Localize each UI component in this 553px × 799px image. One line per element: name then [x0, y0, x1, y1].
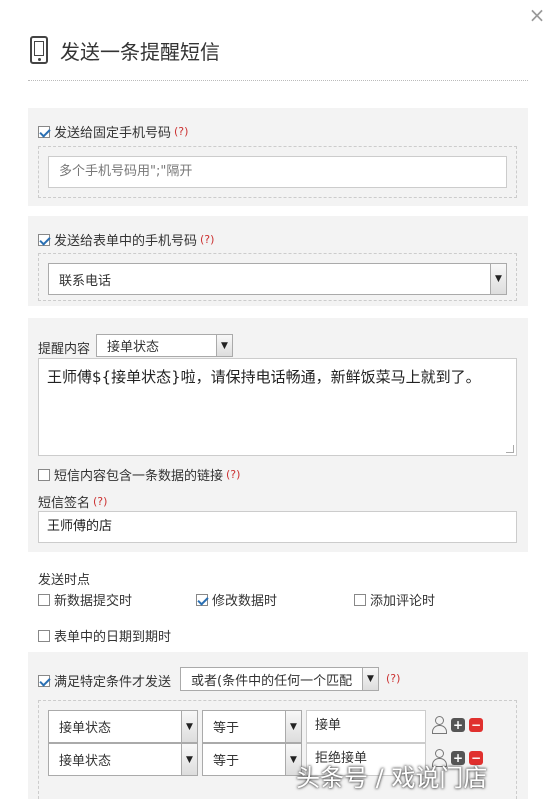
user-icon[interactable] — [431, 716, 447, 734]
chevron-down-icon: ▼ — [181, 711, 197, 742]
timing-date-checkbox[interactable] — [38, 629, 50, 642]
timing-modify-checkbox[interactable] — [196, 593, 208, 606]
form-phone-help-icon[interactable]: (?) — [200, 233, 214, 246]
signature-label: 短信签名 — [38, 496, 91, 511]
condition-mode-value: 或者(条件中的任何一个匹配 — [191, 673, 353, 689]
timing-comment-checkbox[interactable] — [354, 593, 366, 606]
fixed-phone-option: 发送给固定手机号码 (?) — [38, 122, 188, 141]
insert-field-value: 接单状态 — [107, 340, 160, 355]
chevron-down-icon: ▼ — [216, 335, 232, 356]
fixed-phone-help-icon[interactable]: (?) — [174, 125, 188, 138]
condition-field-select[interactable]: 接单状态 ▼ — [48, 743, 198, 776]
condition-field-value: 接单状态 — [59, 721, 112, 736]
condition-operator-select[interactable]: 等于 ▼ — [202, 743, 302, 776]
include-link-help-icon[interactable]: (?) — [226, 468, 240, 481]
signature-help-icon[interactable]: (?) — [93, 495, 107, 508]
condition-operator-value: 等于 — [213, 721, 240, 736]
include-link-checkbox[interactable] — [38, 468, 50, 481]
signature-label-row: 短信签名 (?) — [38, 492, 107, 511]
watermark-text: 头条号 / 戏说门店 — [296, 764, 488, 792]
conditions-label: 满足特定条件才发送 — [54, 675, 172, 690]
form-phone-label: 发送给表单中的手机号码 — [54, 234, 198, 249]
form-phone-field-select[interactable]: 联系电话 ▼ — [48, 263, 507, 295]
content-textarea[interactable]: 王师傅${接单状态}啦，请保持电话畅通，新鲜饭菜马上就到了。 — [38, 358, 517, 456]
fixed-phone-label: 发送给固定手机号码 — [54, 126, 172, 141]
condition-operator-select[interactable]: 等于 ▼ — [202, 710, 302, 743]
include-link-label: 短信内容包含一条数据的链接 — [54, 469, 224, 484]
condition-actions: + − — [431, 716, 483, 734]
timing-new-checkbox[interactable] — [38, 593, 50, 606]
conditions-checkbox[interactable] — [38, 674, 50, 687]
timing-option-date: 表单中的日期到期时 — [38, 626, 171, 645]
condition-operator-value: 等于 — [213, 754, 240, 769]
conditions-option: 满足特定条件才发送 — [38, 671, 171, 690]
plus-icon[interactable]: + — [451, 718, 465, 732]
resize-handle[interactable] — [506, 445, 514, 453]
content-text: 王师傅${接单状态}啦，请保持电话畅通，新鲜饭菜马上就到了。 — [47, 368, 481, 386]
timing-comment-label: 添加评论时 — [370, 594, 436, 609]
mobile-phone-icon — [30, 36, 48, 64]
fixed-phone-checkbox[interactable] — [38, 125, 50, 138]
condition-mode-select[interactable]: 或者(条件中的任何一个匹配 ▼ — [180, 667, 379, 691]
include-link-option: 短信内容包含一条数据的链接 (?) — [38, 465, 240, 484]
condition-field-select[interactable]: 接单状态 ▼ — [48, 710, 198, 743]
close-icon[interactable]: × — [526, 4, 548, 26]
condition-field-value: 接单状态 — [59, 754, 112, 769]
condition-value-input[interactable]: 接单 — [306, 710, 426, 743]
minus-icon[interactable]: − — [469, 718, 483, 732]
dialog-title: 发送一条提醒短信 — [60, 39, 220, 64]
insert-field-select[interactable]: 接单状态 ▼ — [96, 334, 233, 357]
timing-new-label: 新数据提交时 — [54, 594, 133, 609]
chevron-down-icon: ▼ — [181, 744, 197, 775]
dialog-header: 发送一条提醒短信 — [30, 34, 220, 66]
signature-input[interactable]: 王师傅的店 — [38, 511, 517, 543]
timing-option-new: 新数据提交时 — [38, 590, 132, 609]
conditions-help-icon[interactable]: (?) — [386, 672, 400, 685]
fixed-phone-input[interactable]: 多个手机号码用";"隔开 — [48, 156, 507, 188]
form-phone-option: 发送给表单中的手机号码 (?) — [38, 230, 214, 249]
chevron-down-icon: ▼ — [362, 668, 378, 690]
chevron-down-icon: ▼ — [490, 264, 506, 294]
form-phone-field-value: 联系电话 — [59, 273, 112, 289]
form-phone-checkbox[interactable] — [38, 233, 50, 246]
content-label: 提醒内容 — [38, 342, 91, 357]
timing-date-label: 表单中的日期到期时 — [54, 630, 172, 645]
header-divider — [28, 80, 528, 81]
timing-modify-label: 修改数据时 — [212, 594, 278, 609]
timing-option-modify: 修改数据时 — [196, 590, 277, 609]
timing-option-comment: 添加评论时 — [354, 590, 435, 609]
chevron-down-icon: ▼ — [285, 711, 301, 742]
send-timing-label: 发送时点 — [38, 573, 91, 588]
